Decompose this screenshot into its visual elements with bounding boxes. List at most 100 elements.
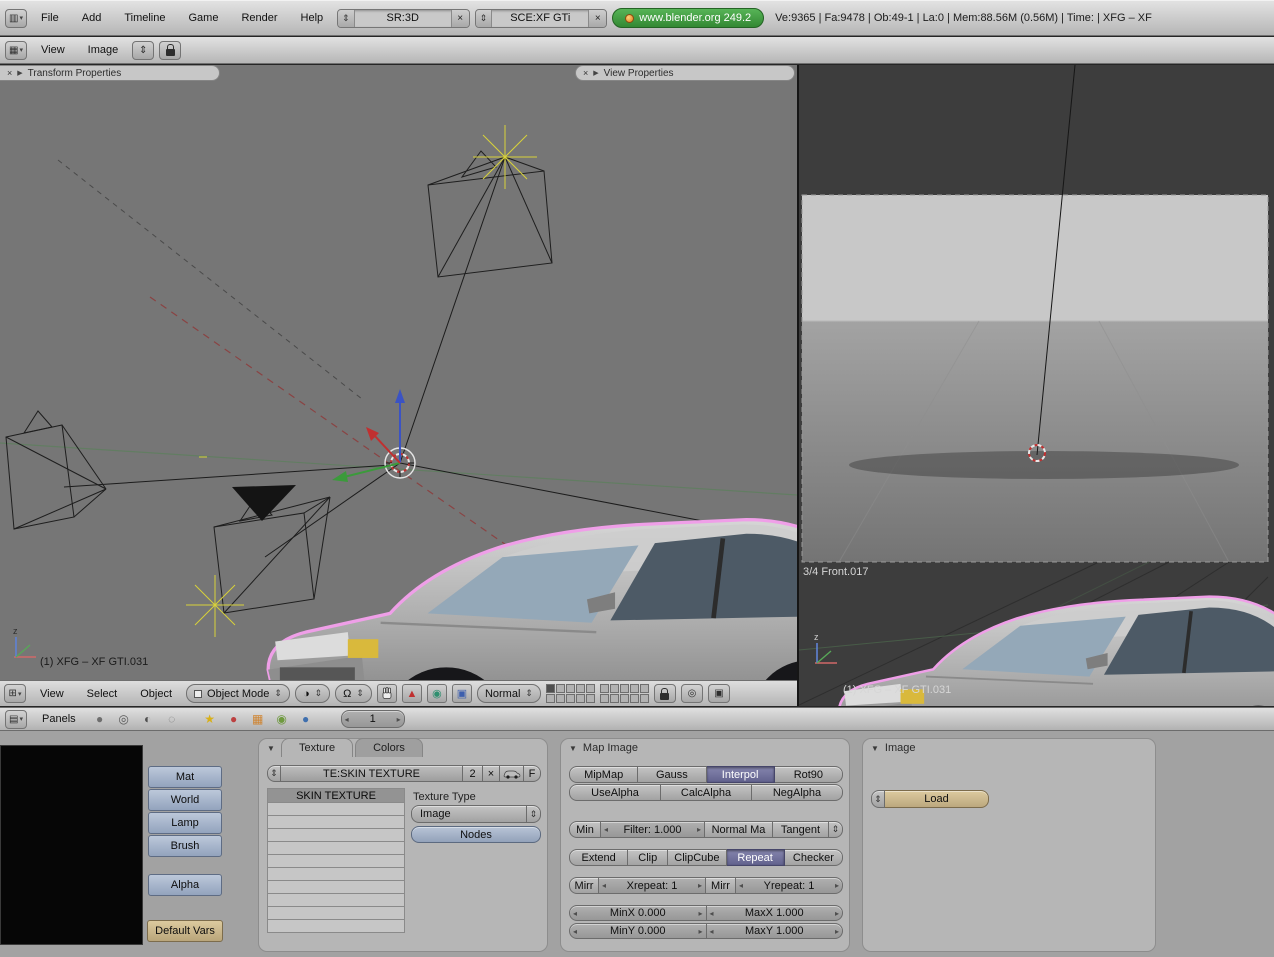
texture-name-field[interactable]: TE:SKIN TEXTURE [281, 765, 463, 782]
expand-icon[interactable]: ▶ [17, 69, 22, 77]
close-icon[interactable]: × [583, 68, 588, 78]
scene-name[interactable]: SCE:XF GTi [492, 10, 588, 27]
lamp-top[interactable] [473, 125, 537, 189]
extend-toggle[interactable]: Extend [569, 849, 629, 866]
texture-slot-empty[interactable] [267, 803, 405, 816]
mode-dropdown[interactable]: Object Mode ⇕ [186, 684, 290, 703]
checker-toggle[interactable]: Checker [784, 849, 843, 866]
rot90-toggle[interactable]: Rot90 [774, 766, 843, 783]
load-button[interactable]: Load [885, 790, 989, 808]
menu-file[interactable]: File [32, 12, 68, 24]
min-toggle[interactable]: Min [569, 821, 601, 838]
mirror-x-toggle[interactable]: Mirr [569, 877, 599, 894]
stepper-icon[interactable]: ⇕ [829, 821, 843, 838]
lamp-buttons-icon[interactable]: ★ [201, 710, 219, 728]
gauss-toggle[interactable]: Gauss [638, 766, 707, 783]
menu-image[interactable]: Image [79, 44, 128, 56]
users-count-button[interactable]: 2 [463, 765, 483, 782]
minx-field[interactable]: MinX 0.000 [569, 905, 707, 921]
layer-buttons-left[interactable] [545, 684, 595, 703]
unlink-button[interactable]: × [483, 765, 500, 782]
orientation-dropdown[interactable]: Normal ⇕ [476, 684, 541, 703]
camera-left[interactable] [5, 410, 107, 530]
texture-slot-empty[interactable] [267, 881, 405, 894]
tangent-toggle[interactable]: Tangent [773, 821, 829, 838]
pivot-dropdown[interactable]: Ω ⇕ [335, 684, 372, 703]
menu-game[interactable]: Game [179, 12, 227, 24]
menu-object[interactable]: Object [131, 688, 181, 700]
preview-world-button[interactable]: World [148, 789, 222, 811]
tab-colors[interactable]: Colors [355, 738, 423, 757]
stepper-icon[interactable]: ⇕ [527, 805, 541, 823]
negalpha-toggle[interactable]: NegAlpha [752, 784, 843, 801]
filter-slider[interactable]: Filter: 1.000 [601, 821, 705, 838]
panel-collapse-icon[interactable]: ▼ [871, 744, 879, 753]
3d-scene[interactable]: z [0, 65, 797, 680]
scene-selector[interactable]: ⇕ SCE:XF GTi × [474, 8, 608, 28]
lamp-bottom[interactable] [186, 575, 244, 637]
view-properties-panel-header[interactable]: × ▶ View Properties [575, 65, 795, 81]
layer-cell[interactable] [575, 694, 585, 703]
draw-type-dropdown[interactable]: ◑ ⇕ [294, 684, 331, 703]
maxx-field[interactable]: MaxX 1.000 [706, 905, 843, 921]
texture-slot-empty[interactable] [267, 894, 405, 907]
proportional-edit-button[interactable]: ◎ [680, 684, 703, 703]
layer-cell[interactable] [639, 694, 649, 703]
layer-buttons-right[interactable] [599, 684, 649, 703]
world-buttons-icon[interactable]: ● [297, 710, 315, 728]
layer-cell[interactable] [599, 684, 609, 693]
screen-name[interactable]: SR:3D [355, 10, 451, 27]
texture-slot-empty[interactable] [267, 868, 405, 881]
render-preview-button[interactable]: ▣ [707, 684, 730, 703]
clipcube-toggle[interactable]: ClipCube [668, 849, 727, 866]
menu-view[interactable]: View [32, 44, 74, 56]
car-object[interactable] [267, 518, 797, 680]
texture-slot-empty[interactable] [267, 855, 405, 868]
scale-manipulator-button[interactable]: ▣ [451, 684, 472, 703]
preview-brush-button[interactable]: Brush [148, 835, 222, 857]
layer-cell[interactable] [619, 694, 629, 703]
texture-slot-empty[interactable] [267, 816, 405, 829]
fake-user-button[interactable]: F [524, 765, 541, 782]
scene-lock-button[interactable] [653, 684, 676, 703]
lock-button[interactable] [159, 40, 182, 60]
material-buttons-icon[interactable]: ● [225, 710, 243, 728]
frame-value[interactable]: 1 [340, 710, 405, 728]
layer-cell[interactable] [629, 694, 639, 703]
texture-slot-empty[interactable] [267, 907, 405, 920]
interpol-toggle[interactable]: Interpol [706, 766, 775, 783]
image-browse-button[interactable]: ⇕ [871, 790, 885, 808]
object-buttons-icon[interactable]: ◌ [163, 710, 181, 728]
menu-add[interactable]: Add [73, 12, 111, 24]
layer-cell[interactable] [555, 684, 565, 693]
transform-properties-panel-header[interactable]: × ▶ Transform Properties [0, 65, 220, 81]
layer-cell[interactable] [585, 684, 595, 693]
texture-slot-empty[interactable] [267, 829, 405, 842]
layer-cell[interactable] [575, 684, 585, 693]
mirror-y-toggle[interactable]: Mirr [706, 877, 736, 894]
mipmap-toggle[interactable]: MipMap [569, 766, 639, 783]
layer-cell[interactable] [545, 694, 555, 703]
manipulator-toggle-button[interactable] [376, 684, 397, 703]
layer-cell[interactable] [609, 694, 619, 703]
shading-buttons-icon[interactable]: ◐ [139, 710, 157, 728]
image-editor-type-button[interactable]: ▦ ▾ [5, 40, 27, 60]
usealpha-toggle[interactable]: UseAlpha [569, 784, 661, 801]
layer-cell[interactable] [585, 694, 595, 703]
stepper-icon[interactable]: ⇕ [475, 9, 493, 27]
menu-select[interactable]: Select [78, 688, 127, 700]
screen-selector[interactable]: ⇕ SR:3D × [337, 8, 470, 28]
panel-collapse-icon[interactable]: ▼ [267, 744, 275, 753]
menu-help[interactable]: Help [292, 12, 333, 24]
pin-stepper-button[interactable]: ⇕ [132, 40, 155, 60]
preview-mat-button[interactable]: Mat [148, 766, 222, 788]
logic-buttons-icon[interactable]: ● [91, 710, 109, 728]
camera-scene[interactable]: z [799, 65, 1274, 706]
yrepeat-field[interactable]: Yrepeat: 1 [736, 877, 843, 894]
layer-cell[interactable] [599, 694, 609, 703]
clip-toggle[interactable]: Clip [628, 849, 669, 866]
camera-bottom[interactable] [213, 496, 331, 614]
buttons-editor-type-button[interactable]: ▤ ▾ [5, 709, 27, 729]
menu-view[interactable]: View [31, 688, 73, 700]
expand-icon[interactable]: ▶ [593, 69, 598, 77]
